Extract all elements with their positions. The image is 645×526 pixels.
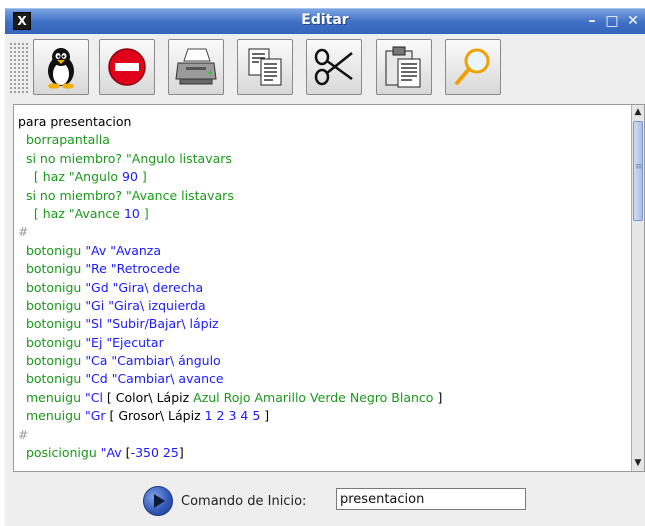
code-token: "Cl [84,389,103,405]
paste-button[interactable] [376,39,432,95]
code-token: ] [260,408,270,424]
penguin-icon [48,48,74,89]
code-line[interactable]: [ haz "Angulo 90 ] [18,168,626,186]
code-line[interactable]: menuigu "Cl [ Color\ Lápiz Azul Rojo Ama… [18,389,626,407]
code-token: 1 2 3 4 5 [204,408,261,424]
paste-icon [385,46,421,88]
code-text[interactable]: para presentacion borrapantalla si no mi… [18,113,626,469]
code-token: borrapantalla [18,132,110,148]
code-editor[interactable]: para presentacion borrapantalla si no mi… [13,104,645,472]
code-token: Azul Rojo Amarillo Verde Negro Blanco [193,389,434,405]
run-button[interactable] [143,486,173,516]
title-bar[interactable]: X Editar – □ ✕ [5,8,645,34]
code-line[interactable]: botonigu "Av "Avanza [18,242,626,260]
code-line[interactable]: botonigu "Ej "Ejecutar [18,334,626,352]
code-token: menuigu [18,408,85,424]
code-token: [ haz "Avance [18,205,124,221]
command-label: Comando de Inicio: [181,494,307,509]
code-token: ] [137,169,147,185]
copy-icon [248,48,282,86]
print-button[interactable] [168,39,224,95]
code-token: ] [178,445,184,461]
code-token: [ Grosor\ Lápiz [105,408,205,424]
code-token: botonigu [18,242,86,258]
stop-icon [108,48,146,86]
code-token: botonigu [18,316,86,332]
code-line[interactable]: posicionigu "Av [-350 25] [18,444,626,462]
code-token: # [18,426,29,442]
vertical-scrollbar[interactable]: ▲ ≡ ▼ [631,105,644,471]
scroll-thumb[interactable]: ≡ [633,121,643,221]
editor-window: para presentacion borrapantalla si no mi… [5,34,645,526]
search-button[interactable] [445,39,501,95]
minimize-button[interactable]: – [582,11,602,31]
toolbar-grip[interactable] [9,42,29,94]
code-token: "Gd "Gira\ derecha [85,279,204,295]
code-token: si no miembro? "Avance listavars [18,187,234,203]
code-token: "Gi "Gira\ izquierda [85,297,206,313]
code-token: # [18,224,29,240]
bottom-bar: Comando de Inicio: [5,472,645,526]
code-token: posicionigu [18,445,101,461]
magnifier-icon [455,48,490,85]
code-token: [ [121,445,131,461]
cut-button[interactable] [306,39,362,95]
maximize-button[interactable]: □ [602,11,622,31]
code-token: botonigu [18,334,86,350]
code-token: botonigu [18,297,86,313]
code-token: [ Color\ Lápiz [102,389,194,405]
code-token: 90 [122,169,138,185]
code-token: "Ej "Ejecutar [85,334,164,350]
code-token: "Sl "Subir/Bajar\ lápiz [85,316,219,332]
code-line[interactable]: botonigu "Gd "Gira\ derecha [18,279,626,297]
code-line[interactable]: botonigu "Cd "Cambiar\ avance [18,370,626,388]
code-line[interactable]: botonigu "Gi "Gira\ izquierda [18,297,626,315]
toolbar [5,34,645,104]
code-token: "Av [100,445,122,461]
code-line[interactable]: menuigu "Gr [ Grosor\ Lápiz 1 2 3 4 5 ] [18,407,626,425]
scroll-up-icon[interactable]: ▲ [632,106,644,118]
code-token: ] [139,205,149,221]
code-token: botonigu [18,261,86,277]
code-line[interactable]: para presentacion [18,113,626,131]
code-line[interactable]: botonigu "Sl "Subir/Bajar\ lápiz [18,315,626,333]
code-token: "Gr [84,408,106,424]
code-token: para presentacion [18,114,132,129]
code-line[interactable]: botonigu "Re "Retrocede [18,260,626,278]
code-line[interactable]: [ haz "Avance 10 ] [18,205,626,223]
window-title: Editar [301,12,349,28]
code-token: menuigu [18,389,85,405]
code-token: "Cd "Cambiar\ avance [85,371,224,387]
scroll-down-icon[interactable]: ▼ [632,457,644,469]
play-icon [154,494,165,508]
code-token: ] [433,389,443,405]
code-token: [ haz "Angulo [18,169,123,185]
code-line[interactable]: botonigu "Ca "Cambiar\ ángulo [18,352,626,370]
code-line[interactable]: borrapantalla [18,131,626,149]
copy-button[interactable] [237,39,293,95]
code-token: "Ca "Cambiar\ ángulo [85,353,221,369]
code-token: botonigu [18,353,86,369]
close-button[interactable]: ✕ [623,11,643,31]
penguin-button[interactable] [33,39,89,95]
code-token: si no miembro? "Angulo listavars [18,150,232,166]
scissors-icon [314,48,353,86]
printer-icon [175,48,217,85]
code-line[interactable]: si no miembro? "Angulo listavars [18,150,626,168]
code-token: botonigu [18,279,86,295]
code-token: "Re "Retrocede [85,261,181,277]
command-input[interactable] [336,488,526,510]
code-token: "Av "Avanza [85,242,162,258]
stop-button[interactable] [99,39,155,95]
code-line[interactable]: # [18,223,626,241]
code-token: botonigu [18,371,86,387]
code-line[interactable]: # [18,426,626,444]
code-token: -350 25 [130,445,179,461]
code-line[interactable]: si no miembro? "Avance listavars [18,187,626,205]
code-token: 10 [123,205,140,221]
